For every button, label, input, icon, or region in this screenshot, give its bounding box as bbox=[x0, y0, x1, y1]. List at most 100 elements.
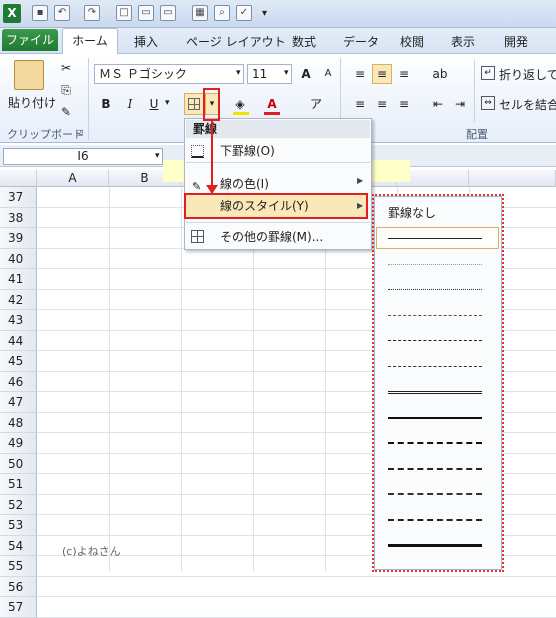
merge-cells-icon[interactable]: ⇔ bbox=[481, 96, 495, 110]
tab-formulas[interactable]: 数式 bbox=[292, 33, 316, 50]
column-header-a[interactable]: A bbox=[37, 170, 109, 187]
annotation-dotted-box bbox=[372, 194, 504, 572]
row-header[interactable]: 40 bbox=[0, 248, 37, 269]
phonetic-icon[interactable]: ア bbox=[306, 94, 326, 114]
row-header[interactable]: 53 bbox=[0, 515, 37, 536]
row-header[interactable]: 49 bbox=[0, 433, 37, 454]
wrap-text-icon[interactable]: ↵ bbox=[481, 66, 495, 80]
copy-icon[interactable]: ⎘ bbox=[56, 80, 76, 100]
dialog-launcher-icon[interactable]: ◲ bbox=[76, 128, 84, 137]
column-header[interactable] bbox=[469, 170, 556, 187]
font-name-select[interactable]: ＭＳ Ｐゴシック bbox=[94, 64, 244, 84]
annotation-highlight-box bbox=[184, 193, 368, 219]
name-box[interactable]: I6 bbox=[3, 148, 163, 165]
credit-text: (c)よねさん bbox=[62, 545, 121, 558]
align-bottom-icon[interactable]: ≡ bbox=[394, 64, 414, 84]
align-top-icon[interactable]: ≡ bbox=[350, 64, 370, 84]
tab-insert[interactable]: 挿入 bbox=[134, 33, 158, 50]
row-header[interactable]: 51 bbox=[0, 474, 37, 495]
grid-line bbox=[37, 575, 556, 577]
paste-button[interactable]: 貼り付け bbox=[8, 94, 56, 111]
annotation-arrow bbox=[211, 121, 213, 193]
align-left-icon[interactable]: ≡ bbox=[350, 94, 370, 114]
fill-color-swatch bbox=[233, 112, 249, 115]
align-right-icon[interactable]: ≡ bbox=[394, 94, 414, 114]
spelling-icon[interactable]: ✓ bbox=[236, 5, 252, 21]
row-header[interactable]: 46 bbox=[0, 371, 37, 392]
fill-color-icon[interactable]: ◈ bbox=[230, 94, 250, 114]
row-header[interactable]: 56 bbox=[0, 576, 37, 597]
borders-button[interactable] bbox=[184, 93, 204, 115]
chevron-down-icon[interactable]: ▾ bbox=[236, 68, 241, 78]
chevron-right-icon: ▶ bbox=[357, 176, 364, 185]
qat-customize-icon[interactable]: ▾ bbox=[262, 8, 267, 19]
orientation-icon[interactable]: ab bbox=[430, 64, 450, 84]
merge-center-button[interactable]: セルを結合 bbox=[499, 96, 556, 113]
align-middle-icon[interactable]: ≡ bbox=[372, 64, 392, 84]
paste-icon[interactable] bbox=[14, 60, 44, 90]
tab-page-layout[interactable]: ページ レイアウト bbox=[186, 33, 286, 50]
underline-button[interactable]: U bbox=[144, 94, 164, 114]
chevron-down-icon[interactable]: ▾ bbox=[165, 98, 170, 108]
row-header[interactable]: 37 bbox=[0, 187, 37, 208]
cut-icon[interactable]: ✂ bbox=[56, 58, 76, 78]
tab-review[interactable]: 校閲 bbox=[400, 33, 424, 50]
bold-button[interactable]: B bbox=[96, 94, 116, 114]
grow-font-icon[interactable]: A bbox=[296, 64, 316, 84]
grid-line bbox=[37, 596, 556, 597]
row-header[interactable]: 41 bbox=[0, 269, 37, 290]
pen-icon: ✎ bbox=[192, 180, 202, 193]
row-header[interactable]: 43 bbox=[0, 310, 37, 331]
tab-data[interactable]: データ bbox=[343, 33, 379, 50]
bottom-border-icon bbox=[191, 145, 204, 158]
save-icon[interactable]: ▪ bbox=[32, 5, 48, 21]
row-header[interactable]: 45 bbox=[0, 351, 37, 372]
alignment-group-label: 配置 bbox=[466, 128, 488, 141]
row-header[interactable]: 48 bbox=[0, 412, 37, 433]
format-painter-icon[interactable]: ✎ bbox=[56, 102, 76, 122]
decrease-indent-icon[interactable]: ⇤ bbox=[428, 94, 448, 114]
chevron-down-icon[interactable]: ▾ bbox=[284, 68, 289, 78]
tab-file[interactable]: ファイル bbox=[2, 29, 58, 51]
font-color-icon[interactable]: A bbox=[262, 94, 282, 114]
separator bbox=[474, 60, 475, 122]
new-file-icon[interactable]: □ bbox=[116, 5, 132, 21]
menu-header: 罫線 bbox=[186, 120, 370, 138]
print-preview-icon[interactable]: ⌕ bbox=[214, 5, 230, 21]
row-header[interactable]: 54 bbox=[0, 535, 37, 556]
calendar-icon[interactable]: ▦ bbox=[192, 5, 208, 21]
tab-home[interactable]: ホーム bbox=[62, 28, 118, 54]
menu-item-more-borders[interactable]: その他の罫線(M)... bbox=[186, 226, 370, 248]
row-header[interactable]: 44 bbox=[0, 330, 37, 351]
font-color-swatch bbox=[264, 112, 280, 115]
redo-icon[interactable]: ↷ bbox=[84, 5, 100, 21]
row-header[interactable]: 38 bbox=[0, 207, 37, 228]
row-header[interactable]: 42 bbox=[0, 289, 37, 310]
row-header[interactable]: 47 bbox=[0, 392, 37, 413]
clipboard-group-label: クリップボード bbox=[7, 128, 84, 141]
select-all-corner[interactable] bbox=[0, 170, 37, 187]
open-folder-icon[interactable]: ▭ bbox=[138, 5, 154, 21]
tab-view[interactable]: 表示 bbox=[451, 33, 475, 50]
grid-line bbox=[109, 187, 110, 572]
borders-icon bbox=[188, 98, 200, 110]
row-header[interactable]: 57 bbox=[0, 597, 37, 618]
group-separator bbox=[88, 58, 89, 140]
row-header[interactable]: 55 bbox=[0, 556, 37, 577]
row-header[interactable]: 52 bbox=[0, 494, 37, 515]
chevron-down-icon[interactable]: ▾ bbox=[155, 151, 160, 161]
undo-icon[interactable]: ↶ bbox=[54, 5, 70, 21]
align-center-icon[interactable]: ≡ bbox=[372, 94, 392, 114]
row-header[interactable]: 50 bbox=[0, 453, 37, 474]
tab-developer[interactable]: 開発 bbox=[504, 33, 528, 50]
increase-indent-icon[interactable]: ⇥ bbox=[450, 94, 470, 114]
menu-item-bottom-border[interactable]: 下罫線(O) bbox=[186, 140, 370, 162]
wrap-text-button[interactable]: 折り返して全 bbox=[499, 66, 556, 83]
grid-line bbox=[37, 616, 556, 618]
shrink-font-icon[interactable]: A bbox=[318, 64, 338, 84]
row-header[interactable]: 39 bbox=[0, 228, 37, 249]
menu-separator bbox=[186, 222, 370, 223]
folder-icon[interactable]: ▭ bbox=[160, 5, 176, 21]
excel-logo-icon[interactable]: X bbox=[3, 4, 21, 23]
italic-button[interactable]: I bbox=[120, 94, 140, 114]
